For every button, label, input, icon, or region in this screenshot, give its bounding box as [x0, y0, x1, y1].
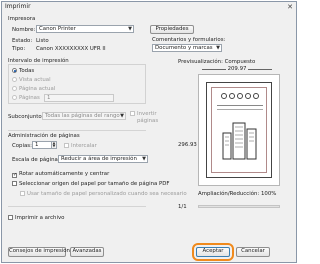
divider — [8, 130, 146, 131]
divider — [8, 206, 146, 207]
printer-status-value: Listo — [36, 38, 49, 44]
comments-label: Comentarios y formularios: — [152, 37, 226, 43]
accept-button[interactable]: Aceptar — [196, 247, 230, 257]
zoom-label: Ampliación/Reducción: 100% — [198, 191, 277, 197]
paper-source-option[interactable]: Seleccionar origen del papel por tamaño … — [12, 181, 170, 187]
printer-name-value: Canon Printer — [39, 26, 76, 32]
subset-value: Todas las páginas del rango — [45, 113, 120, 119]
print-dialog: Imprimir ✕ Impresora Nombre: Canon Print… — [1, 1, 297, 263]
collate-option[interactable]: Intercalar — [64, 143, 97, 149]
print-tips-button[interactable]: Consejos de impresión — [8, 247, 70, 257]
preview-label: Previsualización: Compuesto — [178, 59, 256, 65]
dropdown-arrow-icon: ▼ — [128, 26, 132, 32]
scaling-select[interactable]: Reducir a área de impresión ▼ — [58, 155, 148, 163]
subset-select[interactable]: Todas las páginas del rango ▼ — [42, 112, 126, 120]
checkbox-icon — [12, 181, 17, 186]
advanced-button[interactable]: Avanzadas — [70, 247, 104, 257]
page-slider[interactable] — [198, 205, 280, 208]
range-pages-option[interactable]: Páginas — [12, 95, 40, 101]
range-current-view-option[interactable]: Vista actual — [12, 77, 51, 83]
comments-value: Documento y marcas — [155, 45, 213, 51]
dropdown-arrow-icon: ▼ — [120, 113, 124, 119]
comments-select[interactable]: Documento y marcas ▼ — [152, 44, 222, 52]
window-title: Imprimir — [5, 3, 31, 10]
preview-width: 209.97 — [202, 66, 272, 72]
checkbox-icon: ✓ — [12, 172, 18, 178]
copies-label: Copias: — [12, 143, 32, 149]
checkbox-icon — [20, 191, 25, 196]
pages-input[interactable]: 1 — [44, 94, 114, 102]
cancel-button[interactable]: Cancelar — [236, 247, 270, 257]
printer-type-label: Tipo: — [12, 46, 26, 52]
handling-section-label: Administración de páginas — [8, 133, 80, 139]
title-bar: Imprimir ✕ — [2, 2, 296, 12]
document-preview-icon — [206, 82, 272, 178]
printer-status-label: Estado: — [12, 38, 33, 44]
scaling-value: Reducir a área de impresión — [61, 156, 137, 162]
radio-icon — [12, 68, 17, 73]
preview-height: 296.93 — [178, 142, 197, 148]
printer-name-label: Nombre: — [12, 27, 36, 33]
dropdown-arrow-icon: ▼ — [216, 45, 220, 51]
checkbox-icon — [130, 111, 135, 116]
radio-icon — [12, 95, 17, 100]
checkbox-icon — [64, 143, 69, 148]
properties-button[interactable]: Propiedades — [150, 25, 194, 34]
reverse-pages-label-line2: páginas — [137, 118, 159, 124]
range-all-option[interactable]: Todas — [12, 68, 34, 74]
printer-section-label: Impresora — [8, 16, 36, 22]
printer-name-select[interactable]: Canon Printer ▼ — [36, 25, 134, 33]
close-icon[interactable]: ✕ — [286, 3, 294, 11]
radio-icon — [12, 86, 17, 91]
subset-label: Subconjunto: — [8, 114, 44, 120]
copies-input[interactable]: 1 — [32, 141, 52, 149]
checkbox-icon — [8, 215, 13, 220]
custom-paper-option[interactable]: Usar tamaño de papel personalizado cuand… — [20, 191, 187, 197]
reverse-pages-option[interactable]: Invertir — [130, 111, 157, 117]
range-current-page-option[interactable]: Página actual — [12, 86, 55, 92]
spin-arrow-icon[interactable]: ▲ ▼ — [52, 141, 57, 149]
radio-icon — [12, 77, 17, 82]
auto-rotate-option[interactable]: ✓ Rotar automáticamente y centrar — [12, 171, 109, 178]
scaling-label: Escala de páginas: — [12, 157, 63, 163]
printer-type-value: Canon XXXXXXXXX UFR II — [36, 46, 106, 52]
print-to-file-option[interactable]: Imprimir a archivo — [8, 215, 64, 221]
page-counter: 1/1 — [178, 204, 187, 210]
dropdown-arrow-icon: ▼ — [142, 156, 146, 162]
